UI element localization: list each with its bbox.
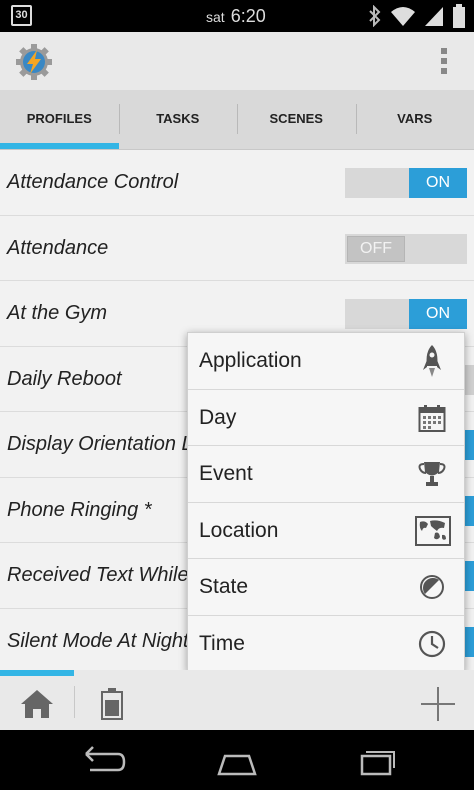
status-day: sat <box>206 9 225 25</box>
calendar-icon <box>416 402 448 434</box>
recent-apps-icon[interactable] <box>350 744 402 778</box>
status-bar: 30 sat 6:20 <box>0 0 474 32</box>
home-icon[interactable] <box>20 688 54 720</box>
toggle-state: OFF <box>347 235 405 262</box>
profile-toggle[interactable] <box>464 495 474 526</box>
menu-item-label: Location <box>199 518 279 542</box>
menu-item-time[interactable]: Time <box>188 616 464 673</box>
profile-name: Attendance <box>7 236 109 259</box>
profile-name: At the Gym <box>7 302 108 324</box>
profile-toggle[interactable]: ON <box>345 168 467 198</box>
add-icon[interactable] <box>420 686 456 722</box>
map-icon <box>414 515 452 547</box>
tab-profiles[interactable]: PROFILES <box>0 90 119 149</box>
tab-label: TASKS <box>156 111 200 126</box>
profile-name: Silent Mode At Night <box>7 629 189 652</box>
menu-item-label: Application <box>199 349 302 372</box>
overflow-menu-icon[interactable] <box>440 48 448 74</box>
tab-vars[interactable]: VARS <box>355 90 474 149</box>
profile-toggle[interactable]: ON <box>345 299 467 329</box>
toggle-state: ON <box>409 299 467 329</box>
battery-icon <box>453 4 465 28</box>
menu-item-label: Event <box>199 462 253 486</box>
profile-name: Daily Reboot <box>7 367 122 390</box>
menu-item-event[interactable]: Event <box>188 446 464 503</box>
menu-item-label: Day <box>199 405 237 429</box>
profile-toggle[interactable] <box>464 561 474 591</box>
menu-item-label: Time <box>199 631 245 655</box>
home-icon[interactable] <box>211 744 263 778</box>
tab-scenes[interactable]: SCENES <box>237 90 356 149</box>
profile-toggle[interactable]: OFF <box>345 233 467 264</box>
rocket-icon <box>416 345 448 377</box>
clock-icon <box>416 628 448 660</box>
battery-icon[interactable] <box>101 688 123 720</box>
menu-item-location[interactable]: Location <box>188 503 464 560</box>
system-nav-bar <box>0 730 474 790</box>
signal-icon <box>425 7 443 26</box>
profile-name: Received Text While <box>7 564 189 586</box>
tab-label: SCENES <box>269 111 323 126</box>
profile-name: Display Orientation L <box>7 433 193 455</box>
menu-item-day[interactable]: Day <box>188 390 464 447</box>
profile-name: Attendance Control <box>7 171 179 193</box>
bottom-toolbar <box>0 670 474 730</box>
tab-bar: PROFILES TASKS SCENES VARS <box>0 90 474 150</box>
profile-row[interactable]: Attendance OFF <box>0 216 474 281</box>
menu-item-application[interactable]: Application <box>188 333 464 390</box>
trophy-icon <box>416 458 448 490</box>
calendar-notification-icon: 30 <box>11 5 32 26</box>
context-popup-menu: Application Day Event Location State Tim… <box>187 332 465 672</box>
half-circle-icon <box>416 571 448 603</box>
back-icon[interactable] <box>74 744 126 778</box>
bottom-tab-indicator <box>0 670 74 676</box>
tab-label: PROFILES <box>26 111 92 126</box>
tab-label: VARS <box>397 111 433 126</box>
menu-item-label: State <box>199 575 249 599</box>
action-bar <box>0 32 474 90</box>
clock: sat 6:20 <box>206 6 266 27</box>
status-icons <box>368 4 466 28</box>
menu-item-state[interactable]: State <box>188 559 464 616</box>
profile-row[interactable]: Attendance Control ON <box>0 150 474 216</box>
profile-toggle[interactable] <box>464 364 474 395</box>
profile-toggle[interactable] <box>464 626 474 657</box>
bottom-divider <box>74 686 75 718</box>
tasker-logo-icon[interactable] <box>14 42 54 82</box>
bluetooth-icon <box>369 5 381 27</box>
tab-tasks[interactable]: TASKS <box>118 90 238 149</box>
wifi-icon <box>391 7 415 26</box>
profile-toggle[interactable] <box>464 430 474 460</box>
status-time: 6:20 <box>230 6 266 26</box>
toggle-state: ON <box>409 168 467 198</box>
profile-name: Phone Ringing * <box>7 498 152 521</box>
